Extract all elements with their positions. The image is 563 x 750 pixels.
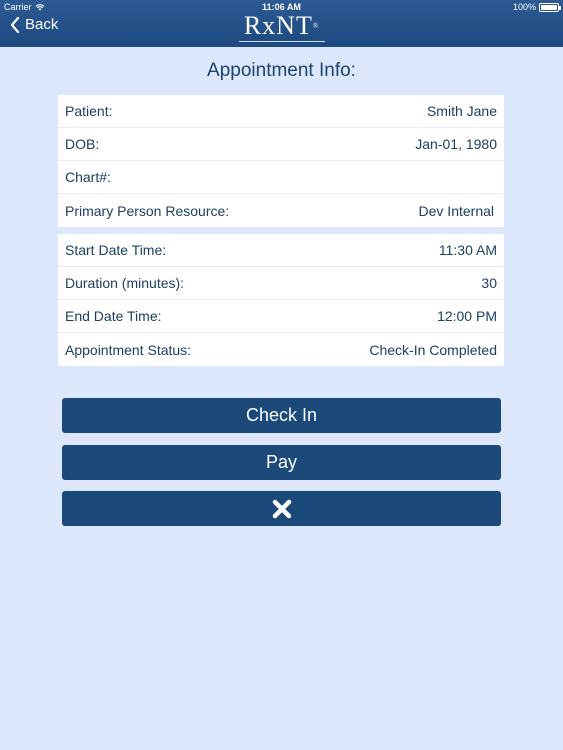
row-label: Duration (minutes): <box>65 275 185 291</box>
logo-text: RxNT <box>243 11 313 40</box>
row-label: DOB: <box>65 136 100 152</box>
close-button[interactable] <box>62 491 501 526</box>
battery-icon <box>539 2 561 12</box>
info-row-chart: Chart#: <box>58 161 504 194</box>
appointment-info-card: Start Date Time: 11:30 AM Duration (minu… <box>58 234 504 366</box>
row-label: Appointment Status: <box>65 341 192 358</box>
row-value: 12:00 PM <box>437 308 497 324</box>
row-label: End Date Time: <box>65 308 162 324</box>
info-row-duration: Duration (minutes): 30 <box>58 267 504 300</box>
row-label: Patient: <box>65 103 113 119</box>
info-row-status: Appointment Status: Check-In Completed <box>58 333 504 366</box>
navigation-bar: Carrier 11:06 AM 100% Back RxNT® <box>0 0 563 47</box>
info-row-end-time: End Date Time: 12:00 PM <box>58 300 504 333</box>
info-row-start-time: Start Date Time: 11:30 AM <box>58 234 504 267</box>
battery-percent: 100% <box>512 2 536 12</box>
row-value: 30 <box>481 275 497 291</box>
row-value: Jan-01, 1980 <box>415 136 497 152</box>
row-label: Primary Person Resource: <box>65 202 230 219</box>
row-value: 11:30 AM <box>438 242 497 258</box>
row-value: Smith Jane <box>426 103 497 119</box>
close-x-icon <box>272 499 291 518</box>
info-row-dob: DOB: Jan-01, 1980 <box>58 128 504 161</box>
logo-trademark: ® <box>312 22 320 30</box>
row-label: Start Date Time: <box>65 242 167 258</box>
status-bar-battery: 100% <box>512 2 561 12</box>
page-title: Appointment Info: <box>207 60 356 81</box>
rxnt-logo: RxNT® <box>0 12 563 40</box>
row-value: Check-In Completed <box>369 341 497 358</box>
patient-info-card: Patient: Smith Jane DOB: Jan-01, 1980 Ch… <box>58 95 504 227</box>
logo-underline <box>239 41 325 42</box>
row-value: Dev Internal <box>418 202 494 219</box>
check-in-button[interactable]: Check In <box>62 398 501 433</box>
pay-button[interactable]: Pay <box>62 445 501 480</box>
info-row-patient: Patient: Smith Jane <box>58 95 504 128</box>
row-label: Chart#: <box>65 169 111 185</box>
info-row-primary-resource: Primary Person Resource: Dev Internal <box>58 194 504 227</box>
